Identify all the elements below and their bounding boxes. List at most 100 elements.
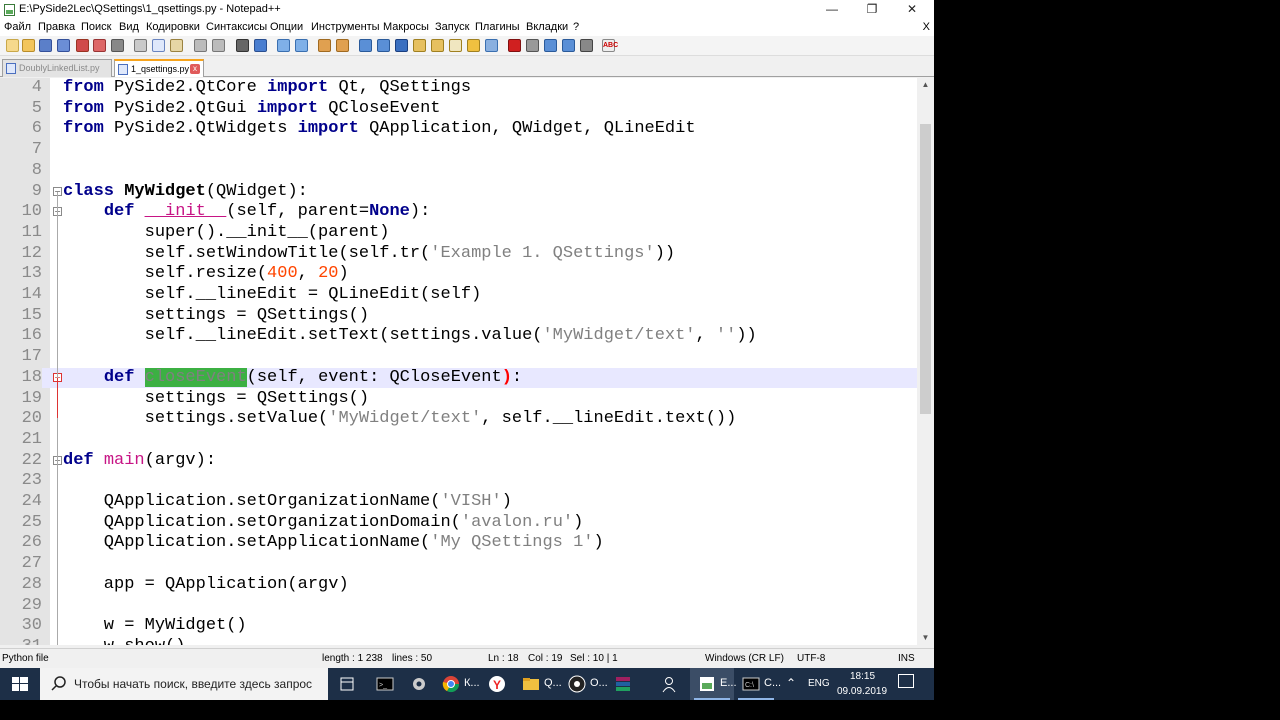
- language-indicator[interactable]: ENG: [808, 678, 830, 689]
- svg-text:C:\: C:\: [745, 682, 754, 689]
- word-wrap-icon[interactable]: [359, 39, 372, 52]
- indent-guide-icon[interactable]: [395, 39, 408, 52]
- taskbar-chrome[interactable]: К...: [434, 668, 480, 700]
- scroll-thumb[interactable]: [920, 124, 931, 414]
- menu-plugins[interactable]: Плагины: [475, 21, 520, 33]
- save-macro-icon[interactable]: [580, 39, 593, 52]
- sync-horizontal-icon[interactable]: [336, 39, 349, 52]
- code-text: app = QApplication(argv): [63, 574, 349, 594]
- scroll-down-icon[interactable]: ▼: [917, 631, 934, 645]
- start-button[interactable]: [0, 668, 40, 700]
- redo-icon[interactable]: [212, 39, 225, 52]
- code-line: 29: [0, 596, 917, 617]
- close-file-icon[interactable]: [76, 39, 89, 52]
- replace-icon[interactable]: [254, 39, 267, 52]
- cmd-icon: C:\: [742, 677, 760, 691]
- code-text: class MyWidget(QWidget):: [63, 181, 308, 201]
- close-document-button[interactable]: X: [923, 21, 930, 33]
- code-text: def __init__(self, parent=None):: [103, 202, 431, 222]
- taskbar-terminal[interactable]: >_: [368, 668, 400, 700]
- save-icon[interactable]: [39, 39, 52, 52]
- code-line: 15 settings = QSettings(): [0, 306, 917, 327]
- taskbar-yandex[interactable]: Y: [480, 668, 512, 700]
- record-macro-icon[interactable]: [508, 39, 521, 52]
- clock-date[interactable]: 09.09.2019: [837, 686, 887, 697]
- chevron-up-icon[interactable]: ⌃: [786, 676, 796, 690]
- code-text: QApplication.setApplicationName('My QSet…: [63, 533, 604, 553]
- menu-help[interactable]: ?: [573, 21, 579, 33]
- menu-tools[interactable]: Инструменты: [311, 21, 380, 33]
- menu-encoding[interactable]: Кодировки: [146, 21, 200, 33]
- close-button[interactable]: ✕: [892, 0, 932, 20]
- code-line: 31 w.show(): [0, 637, 917, 645]
- menu-syntax[interactable]: Синтаксисы: [206, 21, 267, 33]
- menu-file[interactable]: Файл: [4, 21, 31, 33]
- find-icon[interactable]: [236, 39, 249, 52]
- close-all-icon[interactable]: [93, 39, 106, 52]
- undo-icon[interactable]: [194, 39, 207, 52]
- stop-macro-icon[interactable]: [526, 39, 539, 52]
- task-view-icon: [340, 677, 354, 691]
- show-all-chars-icon[interactable]: [377, 39, 390, 52]
- udl-icon[interactable]: [413, 39, 426, 52]
- print-icon[interactable]: [111, 39, 124, 52]
- line-number: 11: [21, 222, 42, 242]
- play-macro-icon[interactable]: [544, 39, 557, 52]
- open-file-icon[interactable]: [22, 39, 35, 52]
- function-list-icon[interactable]: [449, 39, 462, 52]
- menu-search[interactable]: Поиск: [81, 21, 111, 33]
- menu-macros[interactable]: Макросы: [383, 21, 429, 33]
- menu-edit[interactable]: Правка: [38, 21, 75, 33]
- maximize-button[interactable]: ❐: [852, 0, 892, 20]
- sync-vertical-icon[interactable]: [318, 39, 331, 52]
- code-line: 8: [0, 161, 917, 182]
- line-number: 21: [21, 429, 42, 449]
- title-bar: E:\PySide2Lec\QSettings\1_qsettings.py -…: [0, 0, 934, 20]
- taskbar-notepadpp[interactable]: E...: [690, 668, 737, 700]
- status-selection: Sel : 10 | 1: [570, 653, 618, 664]
- line-number: 12: [21, 243, 42, 263]
- code-line: 9 − class MyWidget(QWidget):: [0, 182, 917, 203]
- menu-tabs[interactable]: Вкладки: [526, 21, 568, 33]
- code-line: 4 from PySide2.QtCore import Qt, QSettin…: [0, 78, 917, 99]
- run-macro-multiple-icon[interactable]: [562, 39, 575, 52]
- code-line: 16 self.__lineEdit.setText(settings.valu…: [0, 326, 917, 347]
- line-number: 31: [0, 637, 42, 645]
- taskbar-explorer[interactable]: Q...: [514, 668, 562, 700]
- taskbar-settings[interactable]: [402, 668, 434, 700]
- vertical-scrollbar[interactable]: ▲ ▼: [917, 78, 934, 645]
- code-editor[interactable]: 4 from PySide2.QtCore import Qt, QSettin…: [0, 78, 917, 645]
- menu-options[interactable]: Опции: [270, 21, 303, 33]
- tab-close-icon[interactable]: x: [190, 64, 200, 74]
- taskbar-cmd[interactable]: C:\ С...: [734, 668, 781, 700]
- menu-run[interactable]: Запуск: [435, 21, 469, 33]
- doc-map-icon[interactable]: [431, 39, 444, 52]
- scroll-up-icon[interactable]: ▲: [917, 78, 934, 92]
- taskbar-winrar[interactable]: [606, 668, 638, 700]
- paste-icon[interactable]: [170, 39, 183, 52]
- save-all-icon[interactable]: [57, 39, 70, 52]
- spellcheck-icon[interactable]: ABC: [602, 39, 618, 52]
- folder-workspace-icon[interactable]: [467, 39, 480, 52]
- code-text: QApplication.setOrganizationDomain('aval…: [63, 512, 584, 532]
- monitoring-icon[interactable]: [485, 39, 498, 52]
- zoom-in-icon[interactable]: [277, 39, 290, 52]
- tab-1-qsettings[interactable]: 1_qsettings.py x: [114, 59, 204, 77]
- fold-guide: [57, 462, 58, 645]
- taskbar-person[interactable]: [652, 668, 684, 700]
- zoom-out-icon[interactable]: [295, 39, 308, 52]
- taskbar-obs[interactable]: О...: [560, 668, 608, 700]
- search-box[interactable]: Чтобы начать поиск, введите здесь запрос: [40, 668, 328, 700]
- new-file-icon[interactable]: [6, 39, 19, 52]
- minimize-button[interactable]: —: [812, 0, 852, 20]
- task-view-button[interactable]: [330, 668, 362, 700]
- menu-view[interactable]: Вид: [119, 21, 139, 33]
- cut-icon[interactable]: [134, 39, 147, 52]
- code-text: QApplication.setOrganizationName('VISH'): [63, 492, 512, 511]
- clock-time[interactable]: 18:15: [850, 671, 875, 682]
- copy-icon[interactable]: [152, 39, 165, 52]
- notifications-icon[interactable]: [898, 674, 914, 688]
- code-line: 23: [0, 471, 917, 492]
- line-number: 23: [21, 471, 42, 491]
- tab-doublylinkedlist[interactable]: DoublyLinkedList.py: [2, 59, 112, 77]
